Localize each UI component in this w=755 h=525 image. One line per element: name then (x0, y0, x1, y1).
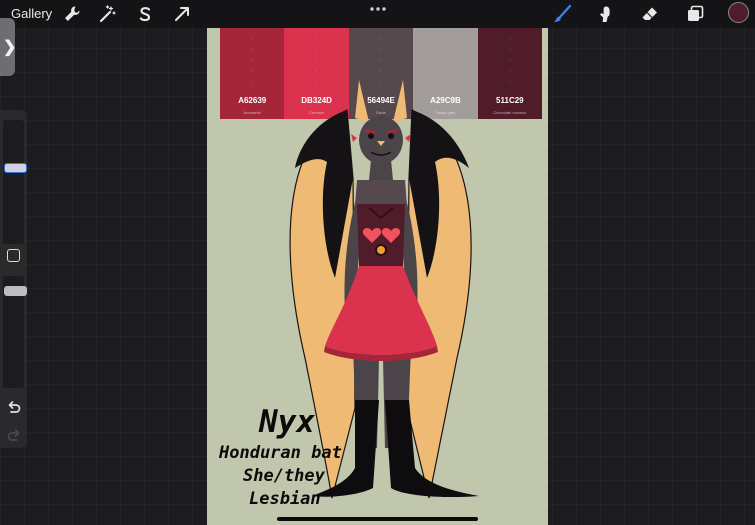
opacity-slider[interactable] (3, 276, 27, 388)
wrench-icon[interactable] (62, 4, 82, 24)
character-pronouns: She/they (243, 466, 325, 486)
brush-size-thumb[interactable] (4, 163, 27, 173)
sidebar-toggle-tab[interactable]: ❯ (0, 18, 17, 76)
brush-sidebar (0, 110, 27, 448)
character-name: Nyx (259, 404, 315, 440)
head (351, 80, 411, 164)
redo-arrow-icon[interactable] (6, 428, 22, 442)
top-toolbar: Gallery (0, 0, 755, 28)
drawing-canvas[interactable]: ◦ ◦ ◦ ◦ ◦ A62639 Amaranth ◦ ◦ ◦ ◦ ◦ DB32… (207, 28, 548, 525)
eraser-icon[interactable] (640, 4, 660, 24)
brush-size-slider[interactable] (3, 120, 27, 244)
arrow-cursor-icon[interactable] (172, 4, 192, 24)
smudge-finger-icon[interactable] (595, 4, 615, 24)
chevron-right-icon: ❯ (3, 39, 17, 56)
modify-square-button[interactable] (7, 249, 20, 262)
brush-icon[interactable] (552, 4, 572, 24)
character-orientation: Lesbian (249, 489, 321, 509)
torso (355, 160, 407, 268)
magic-wand-icon[interactable] (98, 4, 118, 24)
opacity-thumb[interactable] (4, 286, 27, 296)
ellipsis-icon[interactable] (368, 2, 388, 16)
undo-arrow-icon[interactable] (6, 400, 22, 414)
layers-icon[interactable] (685, 4, 705, 24)
character-species: Honduran bat (219, 443, 342, 463)
selection-s-icon[interactable] (135, 4, 155, 24)
current-color-swatch[interactable] (728, 2, 749, 23)
gallery-button[interactable]: Gallery (11, 6, 52, 21)
home-indicator[interactable] (277, 517, 478, 521)
